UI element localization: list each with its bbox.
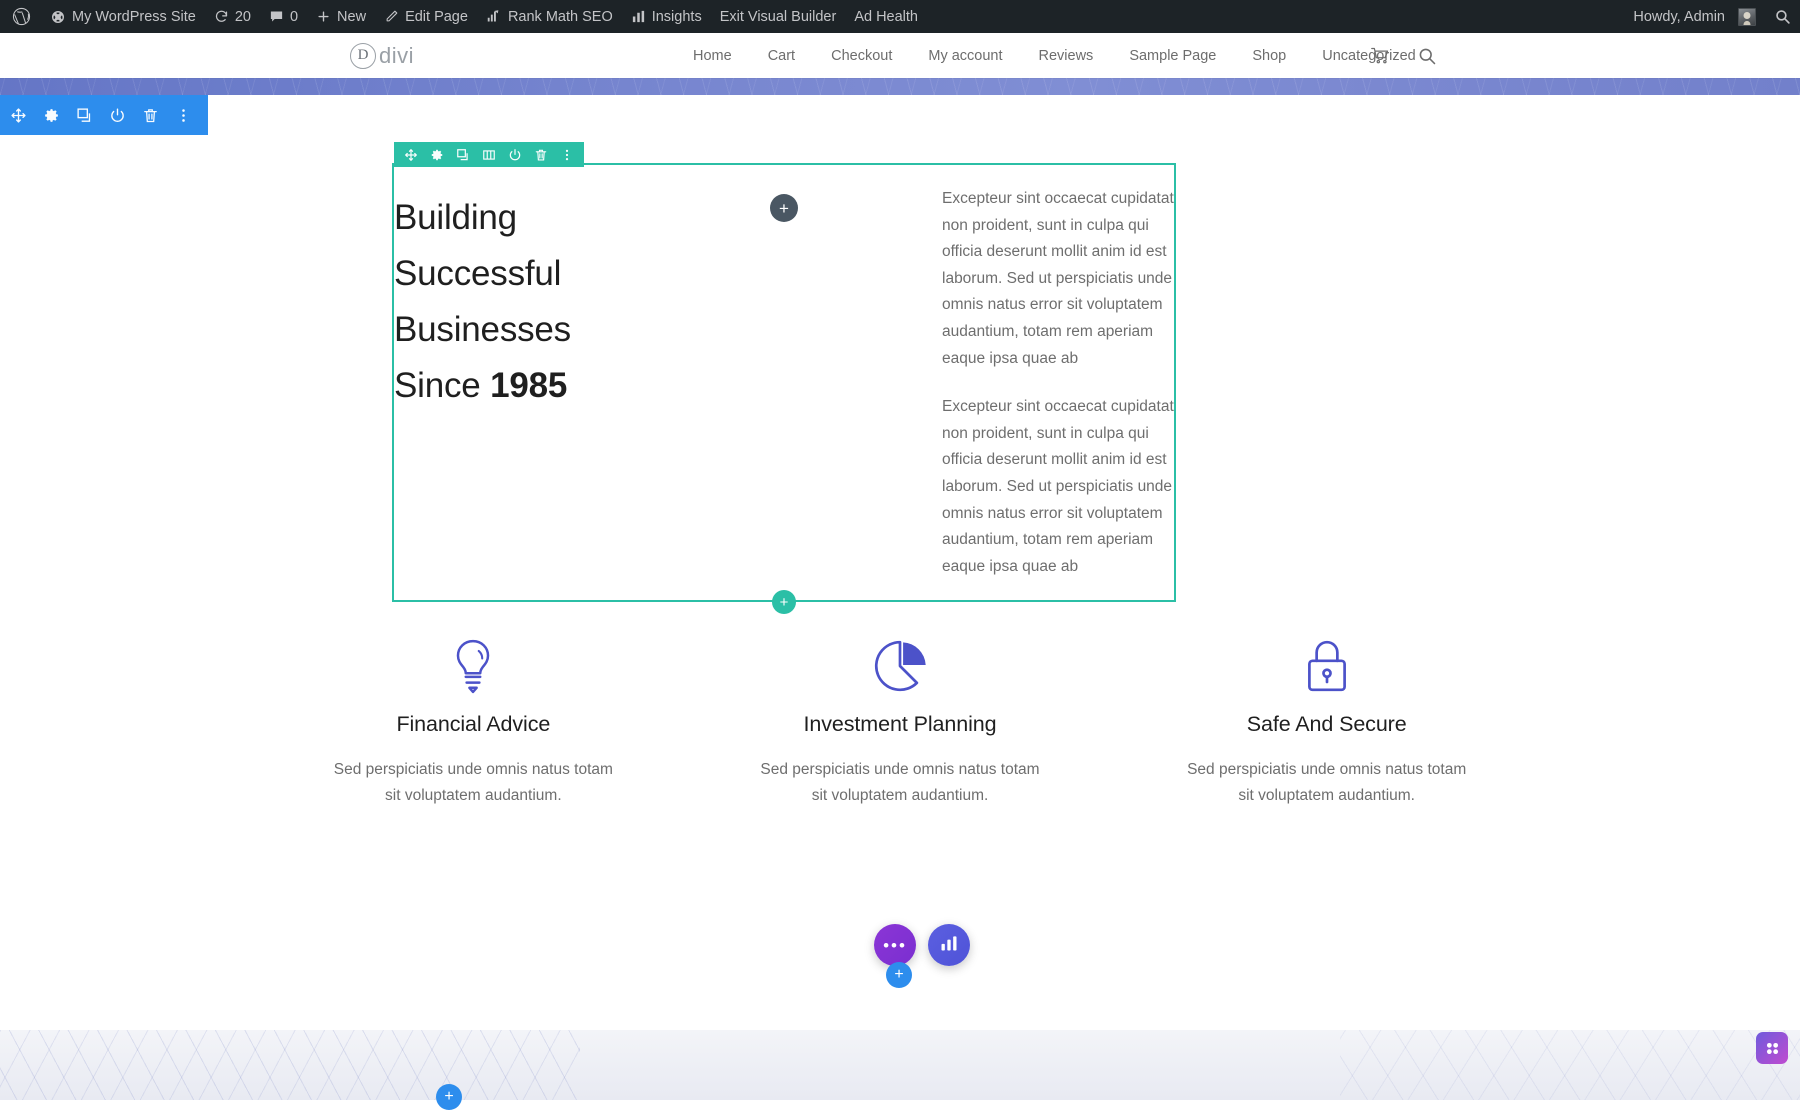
nav-item-reviews[interactable]: Reviews [1021, 48, 1112, 64]
row-delete-button[interactable] [534, 148, 548, 162]
admin-bar-edit-page[interactable]: Edit Page [375, 0, 477, 33]
nav-item-cart[interactable]: Cart [750, 48, 813, 64]
admin-bar-left-group: My WordPress Site 20 0 [0, 0, 927, 33]
admin-bar-exit-visual-builder[interactable]: Exit Visual Builder [711, 0, 846, 33]
row-toolbar [394, 142, 584, 167]
row-more-options-button[interactable] [560, 148, 574, 162]
feature-text: Sed perspiciatis unde omnis natus totam … [1186, 757, 1468, 809]
row-move-button[interactable] [404, 148, 418, 162]
admin-bar-comments[interactable]: 0 [260, 0, 307, 33]
shopping-cart-icon[interactable] [1370, 45, 1391, 66]
site-dashboard-icon [50, 9, 66, 25]
wordpress-logo-button[interactable] [0, 0, 41, 33]
exit-visual-builder-label: Exit Visual Builder [720, 9, 837, 25]
section-disable-button[interactable] [109, 107, 126, 124]
ai-assistant-icon[interactable] [1756, 1032, 1788, 1064]
lightbulb-icon [260, 626, 687, 706]
add-row-button[interactable]: + [772, 590, 796, 614]
site-header: D divi Home Cart Checkout My account Rev… [0, 33, 1800, 78]
insights-label: Insights [652, 9, 702, 25]
divi-logo-icon: D [350, 43, 376, 69]
lock-icon [1113, 626, 1540, 706]
plus-icon [316, 9, 331, 24]
admin-bar-search-button[interactable] [1765, 0, 1800, 33]
wp-admin-bar: My WordPress Site 20 0 [0, 0, 1800, 33]
hero-text-column: Excepteur sint occaecat cupidatat non pr… [942, 186, 1178, 602]
site-name-label: My WordPress Site [72, 9, 196, 25]
hero-heading-line-1: Building [394, 198, 517, 237]
hero-heading-line-3: Businesses [394, 310, 571, 349]
primary-navigation: Home Cart Checkout My account Reviews Sa… [675, 48, 1434, 64]
section-delete-button[interactable] [142, 107, 159, 124]
wordpress-logo-icon [12, 7, 31, 26]
new-label: New [337, 9, 366, 25]
search-icon [1774, 8, 1791, 25]
bar-chart-icon [631, 9, 646, 24]
pie-chart-icon [687, 626, 1114, 706]
nav-item-shop[interactable]: Shop [1234, 48, 1304, 64]
comments-count: 0 [290, 9, 298, 25]
site-logo[interactable]: D divi [350, 43, 414, 69]
updates-icon [214, 9, 229, 24]
feature-text: Sed perspiciatis unde omnis natus totam … [759, 757, 1041, 809]
hero-heading-line-2: Successful [394, 254, 561, 293]
feature-title: Investment Planning [687, 712, 1114, 737]
pencil-icon [384, 9, 399, 24]
admin-bar-updates[interactable]: 20 [205, 0, 260, 33]
hero-heading-line-4-prefix: Since [394, 366, 490, 405]
admin-bar-new[interactable]: New [307, 0, 375, 33]
builder-menu-button[interactable]: ••• [874, 924, 916, 966]
admin-bar-insights[interactable]: Insights [622, 0, 711, 33]
howdy-label: Howdy, Admin [1633, 9, 1725, 25]
page-bottom-band [0, 1030, 1800, 1100]
feature-safe-and-secure: Safe And Secure Sed perspiciatis unde om… [1113, 626, 1540, 809]
site-logo-text: divi [379, 43, 414, 69]
hero-paragraph-2: Excepteur sint occaecat cupidatat non pr… [942, 394, 1178, 580]
row-duplicate-button[interactable] [456, 148, 470, 162]
feature-text: Sed perspiciatis unde omnis natus totam … [332, 757, 614, 809]
hero-paragraph-1: Excepteur sint occaecat cupidatat non pr… [942, 186, 1178, 372]
header-icons [1370, 45, 1437, 66]
nav-item-checkout[interactable]: Checkout [813, 48, 910, 64]
section-move-button[interactable] [10, 107, 27, 124]
admin-bar-site-name[interactable]: My WordPress Site [41, 0, 205, 33]
three-dots-icon: ••• [883, 937, 907, 954]
row-disable-button[interactable] [508, 148, 522, 162]
feature-title: Financial Advice [260, 712, 687, 737]
builder-stats-button[interactable] [928, 924, 970, 966]
feature-investment-planning: Investment Planning Sed perspiciatis und… [687, 626, 1114, 809]
add-module-button[interactable]: + [770, 194, 798, 222]
rankmath-icon [486, 9, 502, 24]
updates-count: 20 [235, 9, 251, 25]
feature-financial-advice: Financial Advice Sed perspiciatis unde o… [260, 626, 687, 809]
section-duplicate-button[interactable] [76, 107, 93, 124]
admin-bar-my-account[interactable]: Howdy, Admin [1624, 0, 1765, 33]
section-toolbar [0, 95, 208, 135]
rank-math-label: Rank Math SEO [508, 9, 613, 25]
hero-heading-year: 1985 [490, 366, 567, 405]
section-more-options-button[interactable] [175, 107, 192, 124]
ad-health-label: Ad Health [854, 9, 918, 25]
avatar [1738, 8, 1756, 26]
section-settings-button[interactable] [43, 107, 60, 124]
comments-icon [269, 9, 284, 24]
admin-bar-right-group: Howdy, Admin [1624, 0, 1800, 33]
nav-item-home[interactable]: Home [675, 48, 750, 64]
add-section-button[interactable]: + [886, 962, 912, 988]
nav-item-sample-page[interactable]: Sample Page [1111, 48, 1234, 64]
hero-heading: Building Successful Businesses Since 198… [394, 190, 794, 414]
edit-page-label: Edit Page [405, 9, 468, 25]
hero-background-band [0, 78, 1800, 95]
row-settings-button[interactable] [430, 148, 444, 162]
nav-item-my-account[interactable]: My account [910, 48, 1020, 64]
builder-floating-buttons: ••• [874, 924, 970, 966]
admin-bar-ad-health[interactable]: Ad Health [845, 0, 927, 33]
admin-bar-rank-math[interactable]: Rank Math SEO [477, 0, 622, 33]
feature-title: Safe And Secure [1113, 712, 1540, 737]
features-row: Financial Advice Sed perspiciatis unde o… [260, 626, 1540, 809]
search-icon[interactable] [1417, 46, 1437, 66]
add-section-bottom-button[interactable]: + [436, 1084, 462, 1110]
stats-bars-icon [939, 933, 959, 958]
row-columns-button[interactable] [482, 148, 496, 162]
